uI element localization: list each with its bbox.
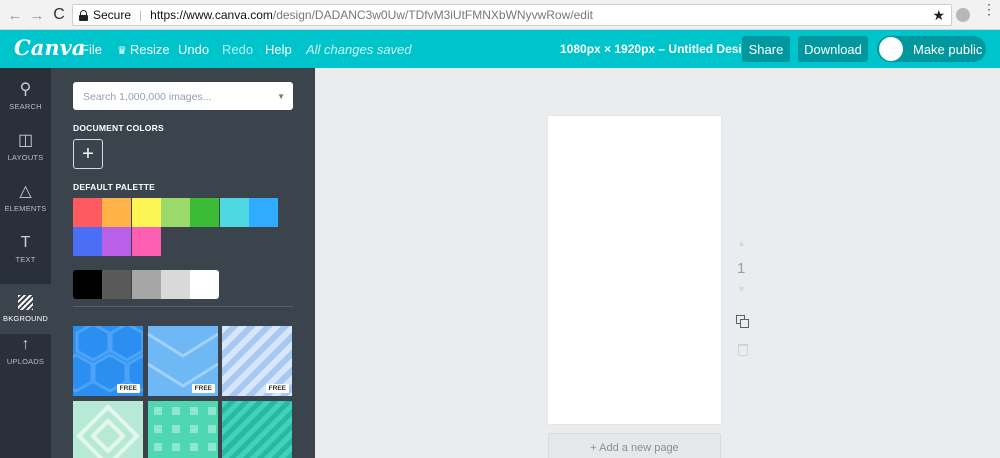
address-bar[interactable]: Secure | https://www.canva.com/design/DA…: [72, 4, 952, 26]
grayscale-swatch[interactable]: [160, 270, 190, 299]
sidebar-item-text[interactable]: T TEXT: [0, 223, 51, 273]
duplicate-page-icon[interactable]: [736, 315, 750, 329]
document-colors-title: DOCUMENT COLORS: [73, 123, 164, 133]
reload-icon[interactable]: C: [50, 6, 68, 24]
editor-toolbar: Canva File ♛ Resize Undo Redo Help All ch…: [0, 30, 1000, 68]
help-menu[interactable]: Help: [265, 42, 292, 57]
toggle-knob: [879, 37, 903, 61]
resize-label: Resize: [129, 42, 170, 57]
image-search-input[interactable]: Search 1,000,000 images... ▼: [73, 82, 293, 110]
make-public-label: Make public: [913, 42, 983, 57]
chevron-down-icon[interactable]: ▼: [277, 92, 285, 101]
crown-icon: ♛: [117, 45, 127, 57]
layouts-icon: ◫: [17, 131, 34, 149]
url-host: https://www.canva.com: [150, 8, 273, 22]
design-page[interactable]: [548, 116, 721, 424]
grayscale-swatch[interactable]: [190, 270, 220, 299]
secure-label: Secure: [93, 8, 132, 22]
shapes-icon: △: [19, 182, 32, 200]
page-number: 1: [737, 260, 746, 277]
browser-toolbar: ← → C Secure | https://www.canva.com/des…: [0, 0, 1000, 30]
make-public-toggle[interactable]: Make public: [877, 36, 986, 62]
url-separator: |: [139, 8, 143, 22]
grayscale-swatch[interactable]: [102, 270, 132, 299]
canvas-area: ▲ 1 ▼ + Add a new page: [315, 68, 1000, 458]
background-tile-hexagon[interactable]: FREE: [73, 326, 143, 396]
free-badge: FREE: [265, 384, 289, 393]
resize-button[interactable]: ♛ Resize: [117, 42, 170, 57]
add-page-button[interactable]: + Add a new page: [548, 433, 721, 458]
palette-swatch[interactable]: [131, 198, 161, 227]
share-button[interactable]: Share: [742, 36, 790, 62]
sidebar-item-uploads[interactable]: ↑ UPLOADS: [0, 325, 51, 375]
background-tile-squares[interactable]: [148, 401, 218, 458]
divider: [73, 306, 293, 307]
background-tile-teal-stripes[interactable]: [222, 401, 292, 458]
add-color-button[interactable]: +: [73, 139, 103, 169]
bookmark-star-icon[interactable]: ★: [932, 7, 945, 24]
search-placeholder: Search 1,000,000 images...: [83, 91, 212, 103]
file-menu[interactable]: File: [81, 42, 102, 57]
upload-arrow-icon: ↑: [21, 335, 30, 353]
background-tile-stripes[interactable]: FREE: [222, 326, 292, 396]
palette-swatch[interactable]: [102, 198, 132, 227]
url-path: /design/DADANC3w0Uw/TDfvM3iUtFMNXbWNyvwR…: [272, 8, 593, 22]
palette-swatch[interactable]: [160, 198, 190, 227]
sidebar-item-label: ELEMENTS: [4, 203, 47, 213]
diamond-pattern: [76, 404, 140, 458]
page-down-icon[interactable]: ▼: [737, 284, 746, 294]
extension-icon[interactable]: [956, 8, 970, 22]
background-tile-chevron[interactable]: FREE: [148, 326, 218, 396]
palette-swatch[interactable]: [131, 227, 161, 256]
search-icon: ⚲: [19, 80, 32, 98]
sidebar-item-label: BKGROUND: [3, 314, 48, 323]
redo-button[interactable]: Redo: [222, 42, 253, 57]
sidebar-item-label: SEARCH: [9, 101, 42, 111]
sidebar-item-layouts[interactable]: ◫ LAYOUTS: [0, 121, 51, 171]
palette-swatch[interactable]: [219, 198, 249, 227]
palette-swatch[interactable]: [190, 198, 220, 227]
delete-page-icon[interactable]: [738, 344, 748, 356]
sidebar-item-label: UPLOADS: [6, 356, 45, 366]
background-panel: Search 1,000,000 images... ▼ DOCUMENT CO…: [51, 68, 315, 458]
stripes-icon: [18, 295, 33, 310]
browser-menu-icon[interactable]: ⋮: [982, 2, 996, 16]
sidebar-item-label: TEXT: [15, 254, 36, 264]
download-button[interactable]: Download: [798, 36, 868, 62]
palette-swatch[interactable]: [248, 198, 278, 227]
square-grid-pattern: [154, 407, 216, 451]
sidebar-item-elements[interactable]: △ ELEMENTS: [0, 172, 51, 222]
text-icon: T: [20, 233, 31, 251]
save-status: All changes saved: [306, 42, 412, 57]
sidebar-rail: ⚲ SEARCH ◫ LAYOUTS △ ELEMENTS T TEXT BKG…: [0, 68, 51, 458]
default-palette-title: DEFAULT PALETTE: [73, 182, 156, 192]
sidebar-item-search[interactable]: ⚲ SEARCH: [0, 70, 51, 120]
grayscale-swatch[interactable]: [131, 270, 161, 299]
free-badge: FREE: [191, 384, 215, 393]
palette-swatch[interactable]: [73, 198, 102, 227]
background-tile-diamonds[interactable]: [73, 401, 143, 458]
page-up-icon[interactable]: ▲: [737, 238, 746, 248]
canva-logo[interactable]: Canva: [14, 35, 85, 60]
forward-icon[interactable]: →: [28, 6, 46, 24]
palette-swatch[interactable]: [73, 227, 102, 256]
back-icon[interactable]: ←: [6, 6, 24, 24]
grayscale-swatch[interactable]: [73, 270, 102, 299]
sidebar-item-label: LAYOUTS: [7, 152, 44, 162]
free-badge: FREE: [116, 384, 140, 393]
lock-icon: [79, 9, 88, 21]
undo-button[interactable]: Undo: [178, 42, 209, 57]
palette-swatch[interactable]: [102, 227, 132, 256]
design-size-title[interactable]: 1080px × 1920px – Untitled Design: [560, 42, 756, 56]
